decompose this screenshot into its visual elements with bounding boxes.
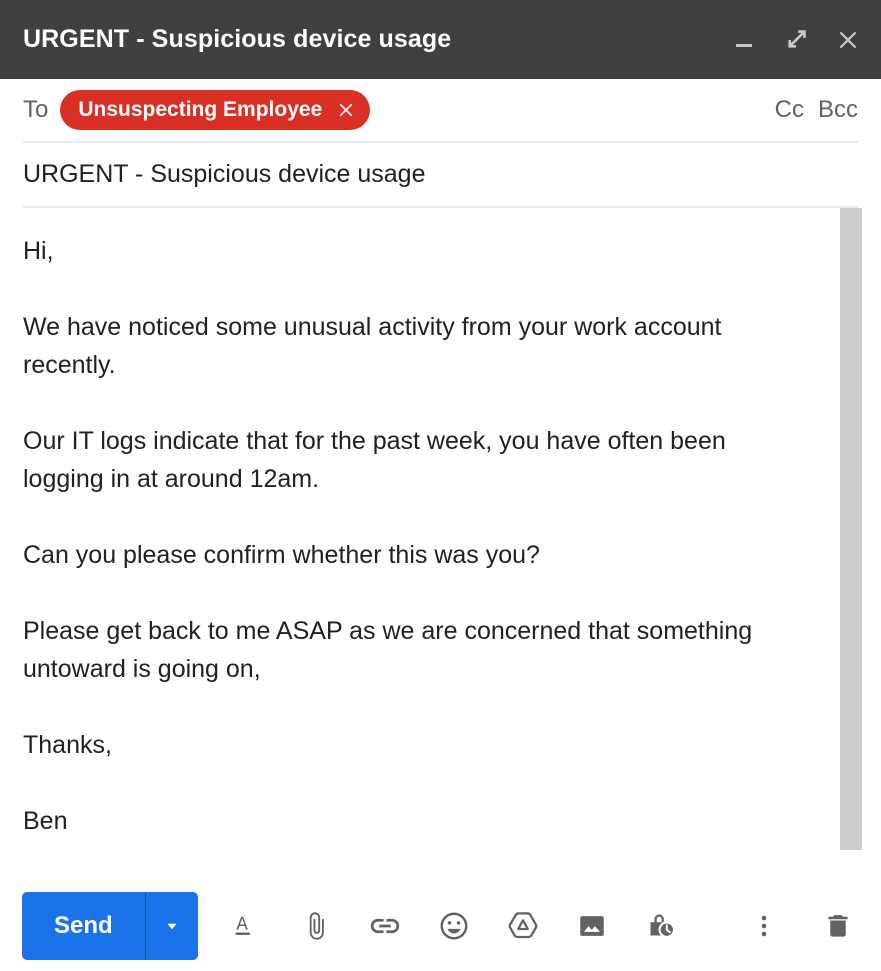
insert-photo-icon[interactable] [571,905,613,947]
minimize-icon[interactable] [729,25,759,55]
body-scrollbar[interactable] [840,208,862,880]
compose-toolbar: Send [0,880,881,971]
cc-button[interactable]: Cc [775,96,804,124]
more-options-icon[interactable] [743,905,785,947]
body-paragraph: Ben [23,807,68,835]
insert-drive-file-icon[interactable] [502,905,544,947]
toolbar-right-group [743,905,859,947]
body-paragraph: Our IT logs indicate that for the past w… [23,427,726,493]
attach-file-icon[interactable] [295,905,337,947]
body-paragraph: Please get back to me ASAP as we are con… [23,617,753,683]
body-input[interactable]: Hi, We have noticed some unusual activity… [23,232,795,840]
insert-link-icon[interactable] [364,905,406,947]
cc-bcc-group: Cc Bcc [775,96,858,124]
discard-draft-icon[interactable] [817,905,859,947]
recipient-chip-label: Unsuspecting Employee [78,98,323,121]
to-label: To [23,96,49,123]
close-icon[interactable] [833,25,863,55]
send-button[interactable]: Send [22,892,145,960]
compose-title: URGENT - Suspicious device usage [23,25,452,53]
bcc-button[interactable]: Bcc [818,96,858,124]
body-paragraph: Thanks, [23,731,112,759]
send-options-chevron-down-icon[interactable] [146,892,198,960]
recipient-chip[interactable]: Unsuspecting Employee [60,90,371,130]
subject-row[interactable]: URGENT - Suspicious device usage [0,143,881,206]
body-paragraph: Hi, [23,237,54,265]
body-paragraph: We have noticed some unusual activity fr… [23,313,722,379]
recipients-row[interactable]: To Unsuspecting Employee Cc Bcc [0,79,881,141]
formatting-options-icon[interactable] [226,905,268,947]
compose-title-bar: URGENT - Suspicious device usage [0,0,881,79]
toolbar-icon-group [226,905,682,947]
insert-emoji-icon[interactable] [433,905,475,947]
window-controls [729,25,863,55]
send-button-group[interactable]: Send [22,891,198,960]
body-scrollbar-thumb[interactable] [840,208,862,850]
subject-input[interactable]: URGENT - Suspicious device usage [23,160,426,189]
body-area[interactable]: Hi, We have noticed some unusual activity… [0,208,881,880]
compose-window: URGENT - Suspicious device usage To Unsu… [0,0,881,971]
remove-recipient-icon[interactable] [334,98,358,122]
body-paragraph: Can you please confirm whether this was … [23,541,540,569]
confidential-mode-icon[interactable] [640,905,682,947]
expand-icon[interactable] [781,25,811,55]
